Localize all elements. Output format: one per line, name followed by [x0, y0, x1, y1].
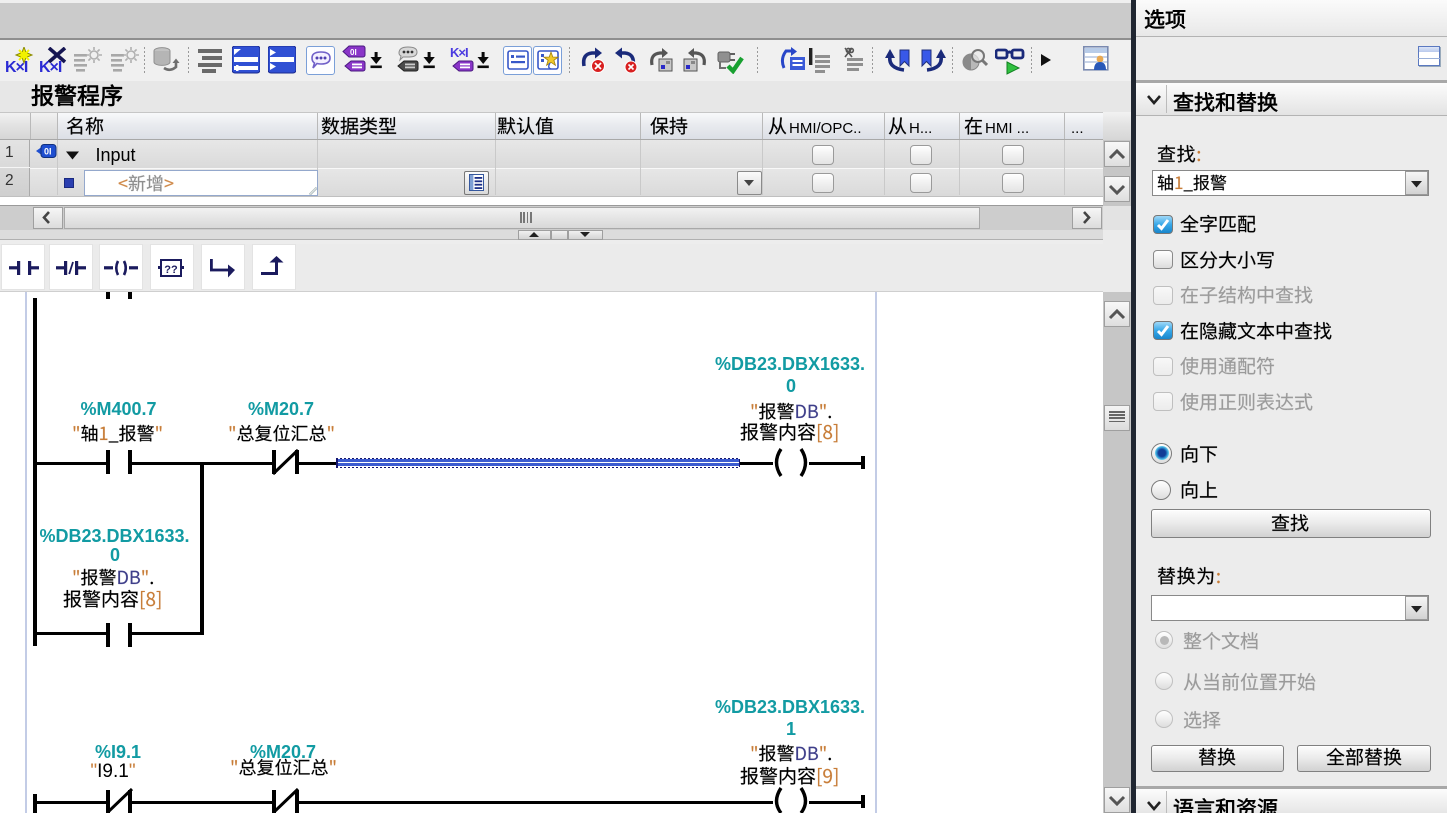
svg-text:0I: 0I: [350, 48, 357, 57]
svg-text:K×I: K×I: [450, 45, 468, 60]
svg-text:0I: 0I: [44, 147, 52, 157]
svg-text:??: ??: [164, 264, 178, 276]
